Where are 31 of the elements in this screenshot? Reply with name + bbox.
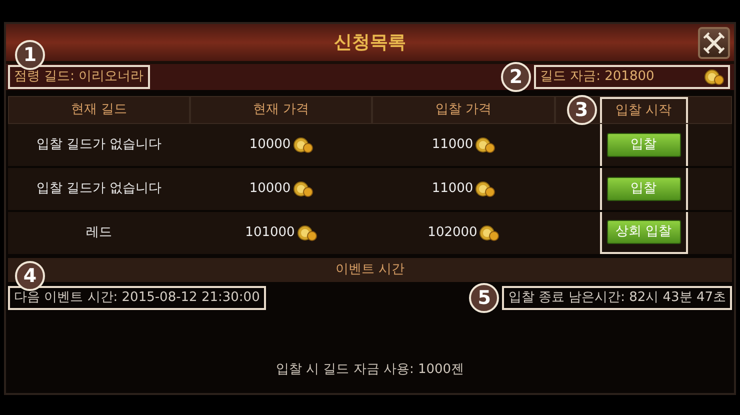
bid-button[interactable]: 입찰 xyxy=(606,177,680,201)
price-text: 102000 xyxy=(428,224,478,242)
coin-icon xyxy=(475,181,496,197)
price-text: 101000 xyxy=(245,224,295,242)
column-header: 현재 길드 xyxy=(8,96,190,124)
event-time-text: 입찰 종료 남은시간: 82시 43분 47초 xyxy=(502,286,732,310)
table-cell: 입찰 길드가 없습니다 xyxy=(8,124,190,168)
table-cell: 입찰 길드가 없습니다 xyxy=(8,168,190,212)
coin-icon xyxy=(292,181,313,197)
column-header: 입찰 가격 xyxy=(372,96,555,124)
bid-button[interactable]: 입찰 xyxy=(606,133,680,157)
column-header: 현재 가격 xyxy=(190,96,372,124)
price-text: 11000 xyxy=(432,136,474,154)
price-text: 10000 xyxy=(249,180,291,198)
coin-icon xyxy=(475,137,496,153)
coin-icon xyxy=(479,225,500,241)
bid-button[interactable]: 상회 입찰 xyxy=(606,220,680,244)
footer-note: 입찰 시 길드 자금 사용: 1000젠 xyxy=(274,360,466,378)
window-title: 신청목록 xyxy=(334,31,406,55)
coin-icon xyxy=(292,137,313,153)
price-text: 10000 xyxy=(249,136,291,154)
price-text: 11000 xyxy=(432,180,474,198)
callout-badge: 5 xyxy=(469,282,500,313)
close-icon xyxy=(703,32,725,54)
occupied-guild-label: 점령 길드: 이리오너라 xyxy=(8,65,150,89)
close-button[interactable] xyxy=(698,27,730,59)
table-cell: 레드 xyxy=(8,212,190,256)
coin-icon xyxy=(296,225,317,241)
guild-funds-label: 길드 자금: 201800 xyxy=(540,68,654,86)
coin-icon xyxy=(704,69,724,85)
event-time-text: 다음 이벤트 시간: 2015-08-12 21:30:00 xyxy=(8,286,266,310)
